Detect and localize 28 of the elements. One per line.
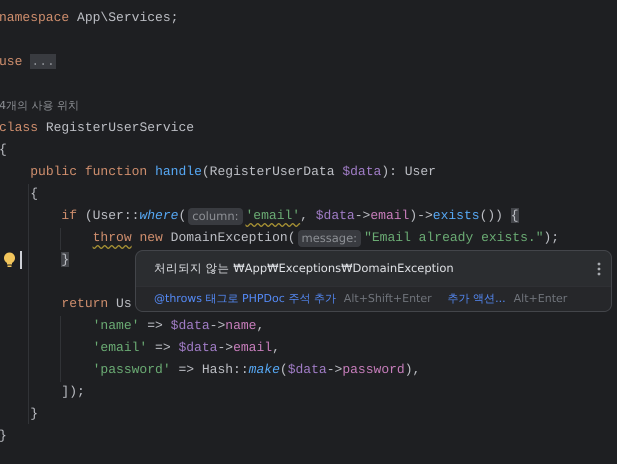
more-options-icon[interactable] xyxy=(597,262,601,276)
shortcut-hint: Alt+Shift+Enter xyxy=(344,291,432,308)
code-text: "Email already exists."); xyxy=(364,229,560,247)
code-text: { xyxy=(29,185,38,203)
lightbulb-icon[interactable] xyxy=(3,252,16,268)
quick-fix-link[interactable]: 추가 액션... xyxy=(448,291,506,308)
shortcut-hint: Alt+Enter xyxy=(514,291,568,308)
code-text: { xyxy=(0,141,7,159)
code-text: throw new DomainException( xyxy=(92,229,296,247)
parameter-hint: column: xyxy=(188,208,242,224)
code-text: return Us xyxy=(60,295,132,313)
code-text: } xyxy=(29,405,38,423)
code-text: 'email', $data->email)->exists()) { xyxy=(246,207,519,225)
code-text: } xyxy=(0,427,7,445)
popup-message: 처리되지 않는 ₩App₩Exceptions₩DomainException xyxy=(154,260,454,277)
code-text: ]); xyxy=(60,383,85,401)
code-text: if (User::where( xyxy=(60,207,186,225)
code-text: 'name' => $data->name, xyxy=(92,317,264,335)
code-text: 'email' => $data->email, xyxy=(92,339,280,357)
code-text: } xyxy=(60,251,70,269)
code-text: public function handle(RegisterUserData $data): User xyxy=(29,163,436,181)
code-text: class RegisterUserService xyxy=(0,119,194,137)
code-text: use ... xyxy=(0,53,56,71)
code-text: 'password' => Hash::make($data->password), xyxy=(92,361,420,379)
quick-fix-link[interactable]: @throws 태그로 PHPDoc 주석 추가 xyxy=(154,291,336,308)
code-text: namespace App\Services; xyxy=(0,9,178,27)
text-cursor xyxy=(20,251,22,269)
parameter-hint: message: xyxy=(298,230,362,246)
